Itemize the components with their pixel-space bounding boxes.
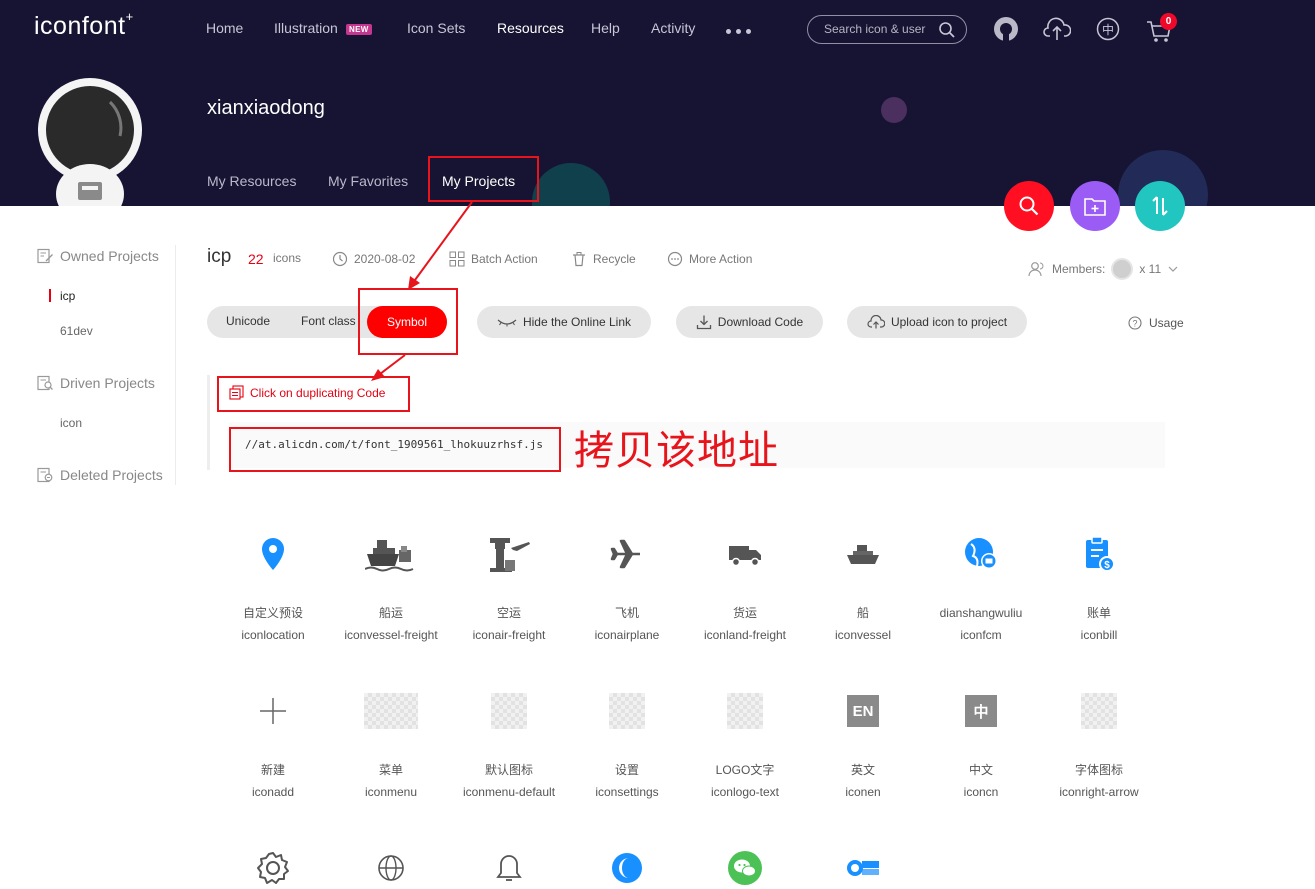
- icon-code: iconvessel-freight: [344, 628, 438, 642]
- icon-code: iconbill: [1080, 628, 1118, 642]
- icon-card[interactable]: 空运 iconair-freight: [450, 534, 568, 643]
- icon-name: 账单: [1086, 606, 1111, 620]
- icon-card[interactable]: 设置 iconsettings: [568, 691, 686, 800]
- add-icon: [260, 698, 286, 724]
- icon-card[interactable]: 自定义预设 iconlocation: [214, 534, 332, 643]
- air-freight-icon: [490, 538, 530, 572]
- right-arrow-icon: [1081, 693, 1117, 729]
- icon-code: iconen: [845, 785, 881, 799]
- bell-icon: [496, 855, 522, 881]
- icon-code: iconadd: [251, 785, 295, 799]
- icon-card[interactable]: [568, 848, 686, 888]
- icon-card[interactable]: 新建 iconadd: [214, 691, 332, 800]
- icon-name: 中文: [968, 763, 993, 777]
- icon-name: 默认图标: [484, 763, 533, 777]
- vessel-freight-icon: [365, 540, 414, 572]
- icon-card[interactable]: 中 中文 iconcn: [922, 691, 1040, 800]
- icon-card[interactable]: $ 账单 iconbill: [1040, 534, 1158, 643]
- icon-name: LOGO文字: [715, 763, 775, 777]
- logo-text-icon: [727, 693, 763, 729]
- icon-name: 字体图标: [1074, 763, 1123, 777]
- icon-name: 自定义预设: [242, 606, 303, 620]
- airplane-icon: [610, 539, 640, 569]
- globe-icon: [378, 855, 404, 881]
- icon-name: 船: [856, 606, 869, 620]
- globe-mail-icon: [965, 538, 997, 569]
- city-logo-icon: [847, 860, 879, 876]
- gear-icon: [257, 852, 289, 884]
- icon-name: 船运: [378, 606, 403, 620]
- icon-card[interactable]: 船 iconvessel: [804, 534, 922, 643]
- icon-code: iconlogo-text: [710, 785, 780, 799]
- icon-code: iconmenu-default: [462, 785, 556, 799]
- icon-code: iconairplane: [594, 628, 660, 642]
- settings-placeholder-icon: [609, 693, 645, 729]
- land-freight-icon: [729, 546, 761, 567]
- icon-card[interactable]: 默认图标 iconmenu-default: [450, 691, 568, 800]
- icon-name: 设置: [614, 763, 639, 777]
- icon-name: dianshangwuliu: [939, 606, 1023, 620]
- bill-icon: $: [1086, 536, 1115, 572]
- location-pin-icon: [262, 538, 284, 570]
- icon-card[interactable]: dianshangwuliu iconfcm: [922, 534, 1040, 643]
- icon-card[interactable]: 货运 iconland-freight: [686, 534, 804, 643]
- icon-card[interactable]: [332, 848, 450, 888]
- icon-card[interactable]: EN 英文 iconen: [804, 691, 922, 800]
- icon-name: 飞机: [614, 606, 639, 620]
- icon-card[interactable]: [804, 848, 922, 888]
- icon-card[interactable]: 菜单 iconmenu: [332, 691, 450, 800]
- icon-name: 新建: [260, 763, 285, 777]
- icon-card[interactable]: [450, 848, 568, 888]
- icon-code: iconland-freight: [703, 628, 787, 642]
- wechat-icon: [728, 851, 762, 885]
- icon-card[interactable]: LOGO文字 iconlogo-text: [686, 691, 804, 800]
- icon-name: 菜单: [378, 763, 403, 777]
- en-icon: EN: [847, 695, 879, 727]
- icon-card[interactable]: 船运 iconvessel-freight: [332, 534, 450, 643]
- menu-icon: [364, 693, 418, 729]
- icon-name: 空运: [496, 606, 521, 620]
- icon-code: iconlocation: [241, 628, 305, 642]
- menu-default-icon: [491, 693, 527, 729]
- icon-card[interactable]: 飞机 iconairplane: [568, 534, 686, 643]
- svg-text:$: $: [1104, 560, 1110, 571]
- icon-code: iconsettings: [595, 785, 659, 799]
- icon-code: iconcn: [963, 785, 999, 799]
- icon-card[interactable]: [686, 848, 804, 888]
- icon-code: iconvessel: [834, 628, 892, 642]
- icon-code: iconright-arrow: [1059, 785, 1139, 799]
- icon-code: iconair-freight: [472, 628, 546, 642]
- icon-card[interactable]: [214, 848, 332, 888]
- cn-icon: 中: [965, 695, 997, 727]
- moon-logo-icon: [612, 853, 642, 883]
- icon-code: iconfcm: [960, 628, 1002, 642]
- icon-name: 货运: [732, 606, 757, 620]
- annotation-text: 拷贝该地址: [574, 428, 779, 474]
- icon-code: iconmenu: [364, 785, 418, 799]
- icon-name: 英文: [850, 763, 875, 777]
- vessel-icon: [847, 545, 879, 564]
- icon-card[interactable]: 字体图标 iconright-arrow: [1040, 691, 1158, 800]
